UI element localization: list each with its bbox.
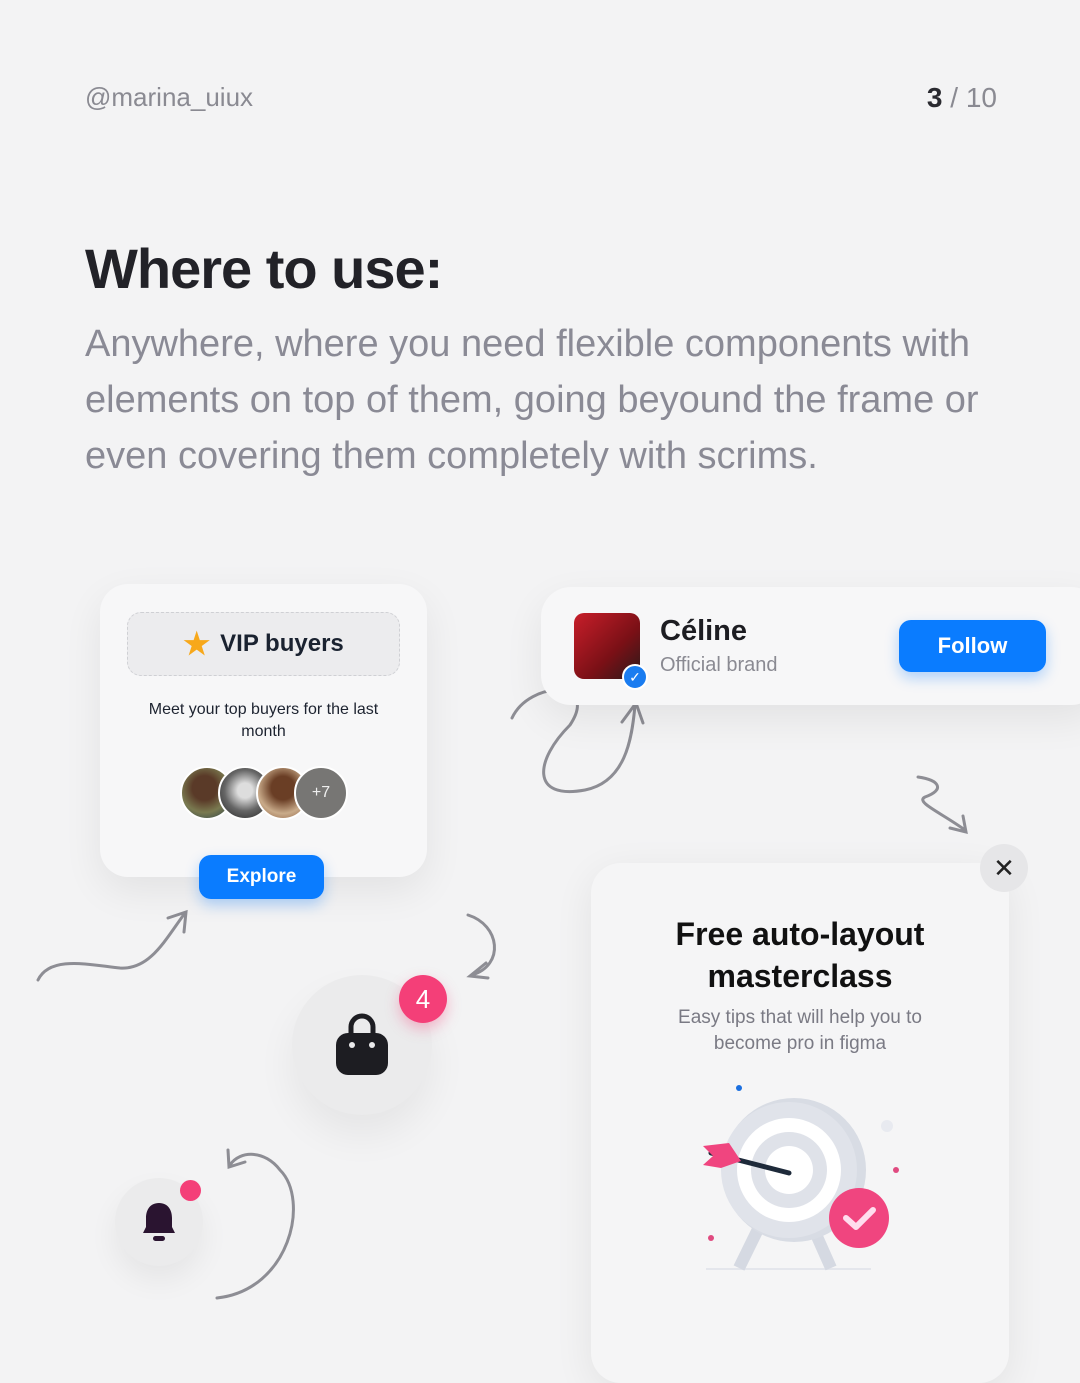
close-button[interactable]: ✕ bbox=[980, 844, 1028, 892]
vip-header: ★ VIP buyers bbox=[127, 612, 400, 676]
notification-dot bbox=[180, 1180, 201, 1201]
star-icon: ★ bbox=[183, 627, 211, 661]
arrow-icon bbox=[466, 913, 496, 980]
vip-title: VIP buyers bbox=[220, 630, 344, 657]
shopping-bag-icon bbox=[336, 1013, 388, 1075]
arrow-icon bbox=[215, 1148, 295, 1300]
brand-name: Céline bbox=[660, 615, 748, 647]
brand-card: ✓ Céline Official brand Follow bbox=[541, 587, 1080, 705]
explore-button[interactable]: Explore bbox=[199, 855, 324, 899]
more-avatars-count: +7 bbox=[294, 766, 348, 820]
follow-button[interactable]: Follow bbox=[899, 620, 1046, 672]
masterclass-modal: Free auto-layout masterclass Easy tips t… bbox=[591, 863, 1009, 1383]
target-illustration bbox=[703, 1085, 899, 1271]
arrow-icon bbox=[510, 688, 645, 793]
modal-subtitle: Easy tips that will help you to become p… bbox=[678, 1007, 922, 1054]
vip-description: Meet your top buyers for the last month bbox=[148, 701, 379, 740]
bell-icon bbox=[143, 1203, 175, 1241]
verified-icon: ✓ bbox=[622, 664, 648, 690]
arrow-icon bbox=[36, 909, 188, 982]
cart-count-badge: 4 bbox=[399, 975, 447, 1023]
modal-title: Free auto-layout masterclass bbox=[675, 916, 925, 994]
avatar-group[interactable]: +7 bbox=[180, 766, 348, 820]
arrow-icon bbox=[916, 775, 968, 835]
vip-buyers-card: ★ VIP buyers Meet your top buyers for th… bbox=[100, 584, 427, 877]
brand-subtitle: Official brand bbox=[660, 654, 778, 676]
